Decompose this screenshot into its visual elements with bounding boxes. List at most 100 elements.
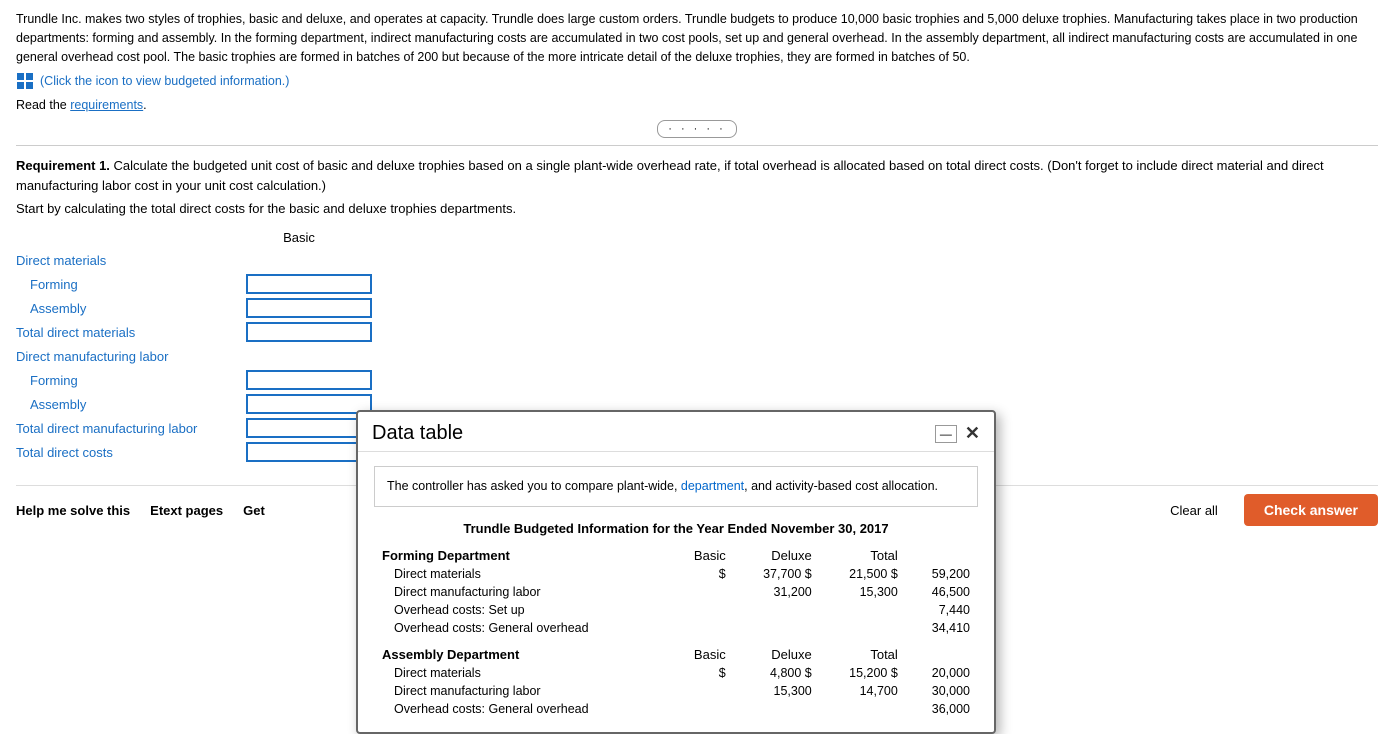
assembly-labor-row: Assembly — [16, 393, 376, 415]
forming-labor-row: Forming — [16, 369, 376, 391]
assembly-materials-row: Assembly — [16, 297, 376, 319]
assembly-deluxe-labor: 14,700 — [820, 682, 906, 700]
help-me-solve-button[interactable]: Help me solve this — [16, 503, 130, 518]
forming-general-overhead-label: Overhead costs: General overhead — [374, 619, 670, 637]
icon-text: (Click the icon to view budgeted informa… — [40, 74, 289, 88]
collapse-handle[interactable]: · · · · · — [657, 120, 737, 138]
modal-body: The controller has asked you to compare … — [358, 452, 994, 732]
forming-basic-labor: 31,200 — [734, 583, 820, 601]
direct-materials-label: Direct materials — [16, 253, 376, 268]
assembly-general-overhead-label: Overhead costs: General overhead — [374, 700, 670, 718]
total-direct-materials-label: Total direct materials — [16, 325, 242, 340]
assembly-dollar-sign: $ — [670, 664, 734, 682]
direct-materials-label-row: Direct materials — [16, 249, 376, 271]
direct-mfg-labor-label: Direct manufacturing labor — [16, 349, 376, 364]
bottom-bar-right: Clear all Check answer — [1170, 494, 1378, 526]
forming-dollar-sign: $ — [670, 565, 734, 583]
forming-dept-label: Forming Department — [374, 546, 670, 565]
forming-setup-row: Overhead costs: Set up 7,440 — [374, 601, 978, 619]
assembly-total-labor: 30,000 — [906, 682, 978, 700]
data-table-title: Trundle Budgeted Information for the Yea… — [374, 521, 978, 536]
assembly-direct-labor-label: Direct manufacturing labor — [374, 682, 670, 700]
forming-general-overhead-row: Overhead costs: General overhead 34,410 — [374, 619, 978, 637]
assembly-direct-labor-row: Direct manufacturing labor 15,300 14,700… — [374, 682, 978, 700]
bottom-bar-left: Help me solve this Etext pages Get — [16, 503, 265, 518]
assembly-direct-materials-label: Direct materials — [374, 664, 670, 682]
left-table: Basic Direct materials Forming Assembly — [16, 230, 376, 465]
col-header-row: Basic — [16, 230, 376, 245]
assembly-general-overhead-row: Overhead costs: General overhead 36,000 — [374, 700, 978, 718]
total-direct-materials-row: Total direct materials — [16, 321, 376, 343]
modal-controls: — ✕ — [935, 423, 980, 444]
requirements-link[interactable]: requirements — [70, 98, 143, 112]
assembly-dept-label: Assembly Department — [374, 645, 670, 664]
forming-materials-label: Forming — [16, 277, 242, 292]
grid-icon[interactable] — [16, 72, 34, 90]
notice-text: The controller has asked you to compare … — [387, 479, 938, 493]
divider — [16, 145, 1378, 146]
total-direct-costs-label: Total direct costs — [16, 445, 242, 460]
modal-header: Data table — ✕ — [358, 412, 994, 452]
total-direct-mfg-labor-row: Total direct manufacturing labor — [16, 417, 376, 439]
assembly-total-header: Total — [820, 645, 906, 664]
assembly-materials-input-cell — [246, 298, 376, 318]
icon-row: (Click the icon to view budgeted informa… — [16, 72, 1378, 90]
forming-deluxe-header: Deluxe — [734, 546, 820, 565]
modal-close-button[interactable]: ✕ — [965, 423, 980, 444]
forming-setup-label: Overhead costs: Set up — [374, 601, 670, 619]
forming-direct-labor-label: Direct manufacturing labor — [374, 583, 670, 601]
clear-all-button[interactable]: Clear all — [1170, 503, 1218, 518]
total-direct-costs-row: Total direct costs — [16, 441, 376, 463]
basic-col-header: Basic — [234, 230, 364, 245]
forming-direct-materials-row: Direct materials $ 37,700 $ 21,500 $ 59,… — [374, 565, 978, 583]
total-direct-materials-input[interactable] — [246, 322, 372, 342]
notice-box: The controller has asked you to compare … — [374, 466, 978, 507]
total-direct-mfg-labor-input[interactable] — [246, 418, 372, 438]
get-button[interactable]: Get — [243, 503, 265, 518]
modal-minimize-button[interactable]: — — [935, 425, 957, 443]
assembly-labor-input[interactable] — [246, 394, 372, 414]
assembly-general-overhead-total: 36,000 — [906, 700, 978, 718]
forming-basic-materials: 37,700 $ — [734, 565, 820, 583]
assembly-basic-materials: 4,800 $ — [734, 664, 820, 682]
intro-paragraph: Trundle Inc. makes two styles of trophie… — [16, 10, 1378, 66]
close-icon: ✕ — [965, 423, 980, 443]
forming-deluxe-labor: 15,300 — [820, 583, 906, 601]
assembly-materials-input[interactable] — [246, 298, 372, 318]
forming-materials-row: Forming — [16, 273, 376, 295]
assembly-materials-label: Assembly — [16, 301, 242, 316]
forming-labor-input[interactable] — [246, 370, 372, 390]
forming-direct-materials-label: Direct materials — [374, 565, 670, 583]
minimize-icon: — — [940, 427, 952, 441]
forming-total-labor: 46,500 — [906, 583, 978, 601]
forming-dept-header-row: Forming Department Basic Deluxe Total — [374, 546, 978, 565]
forming-materials-input[interactable] — [246, 274, 372, 294]
forming-total-materials: 59,200 — [906, 565, 978, 583]
forming-setup-total: 7,440 — [906, 601, 978, 619]
assembly-deluxe-header: Deluxe — [734, 645, 820, 664]
etext-pages-button[interactable]: Etext pages — [150, 503, 223, 518]
total-direct-mfg-labor-label: Total direct manufacturing labor — [16, 421, 242, 436]
forming-materials-input-cell — [246, 274, 376, 294]
forming-labor-input-cell — [246, 370, 376, 390]
assembly-direct-materials-row: Direct materials $ 4,800 $ 15,200 $ 20,0… — [374, 664, 978, 682]
modal-title: Data table — [372, 422, 463, 445]
notice-dept-highlight: department — [681, 479, 744, 493]
start-text: Start by calculating the total direct co… — [16, 201, 1378, 216]
forming-general-overhead-total: 34,410 — [906, 619, 978, 637]
assembly-basic-header: Basic — [670, 645, 734, 664]
assembly-basic-labor: 15,300 — [734, 682, 820, 700]
total-direct-materials-input-cell — [246, 322, 376, 342]
assembly-total-materials: 20,000 — [906, 664, 978, 682]
assembly-deluxe-materials: 15,200 $ — [820, 664, 906, 682]
check-answer-button[interactable]: Check answer — [1244, 494, 1378, 526]
forming-deluxe-materials: 21,500 $ — [820, 565, 906, 583]
forming-direct-labor-row: Direct manufacturing labor 31,200 15,300… — [374, 583, 978, 601]
budgeted-info-table: Forming Department Basic Deluxe Total Di… — [374, 546, 978, 718]
assembly-labor-label: Assembly — [16, 397, 242, 412]
requirement-text: Requirement 1. Calculate the budgeted un… — [16, 156, 1378, 195]
data-table-modal: Data table — ✕ The controller has asked … — [356, 410, 996, 734]
total-direct-costs-input[interactable] — [246, 442, 372, 462]
forming-total-header: Total — [820, 546, 906, 565]
forming-basic-header: Basic — [670, 546, 734, 565]
